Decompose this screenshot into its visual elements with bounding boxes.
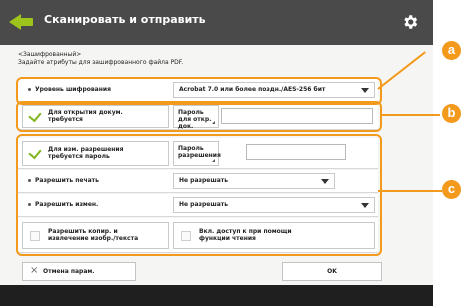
- ok-button[interactable]: OK: [282, 262, 382, 281]
- callout-marker-a: a: [442, 41, 461, 60]
- page-title: Сканировать и отправить: [44, 13, 206, 26]
- section-heading: <Зашифрованный> Задайте атрибуты для заш…: [18, 51, 183, 67]
- section-heading-subtitle: Задайте атрибуты для зашифрованного файл…: [18, 59, 184, 66]
- title-bar: Сканировать и отправить: [0, 0, 433, 45]
- ok-label: OK: [327, 268, 337, 275]
- gear-icon[interactable]: [398, 10, 422, 34]
- footer-bar: [0, 285, 433, 306]
- close-icon: ×: [30, 265, 39, 276]
- cancel-settings-label: Отмена парам.: [43, 268, 95, 275]
- callout-box-b: [16, 101, 382, 132]
- callout-line-b: [380, 114, 440, 116]
- callout-line-c: [378, 190, 442, 192]
- section-heading-title: <Зашифрованный>: [18, 51, 82, 58]
- callout-marker-c: c: [442, 180, 461, 199]
- callout-marker-b: b: [442, 104, 461, 123]
- callout-box-c: [16, 134, 382, 256]
- cancel-settings-button[interactable]: × Отмена парам.: [22, 262, 136, 281]
- back-arrow-icon[interactable]: [9, 10, 35, 34]
